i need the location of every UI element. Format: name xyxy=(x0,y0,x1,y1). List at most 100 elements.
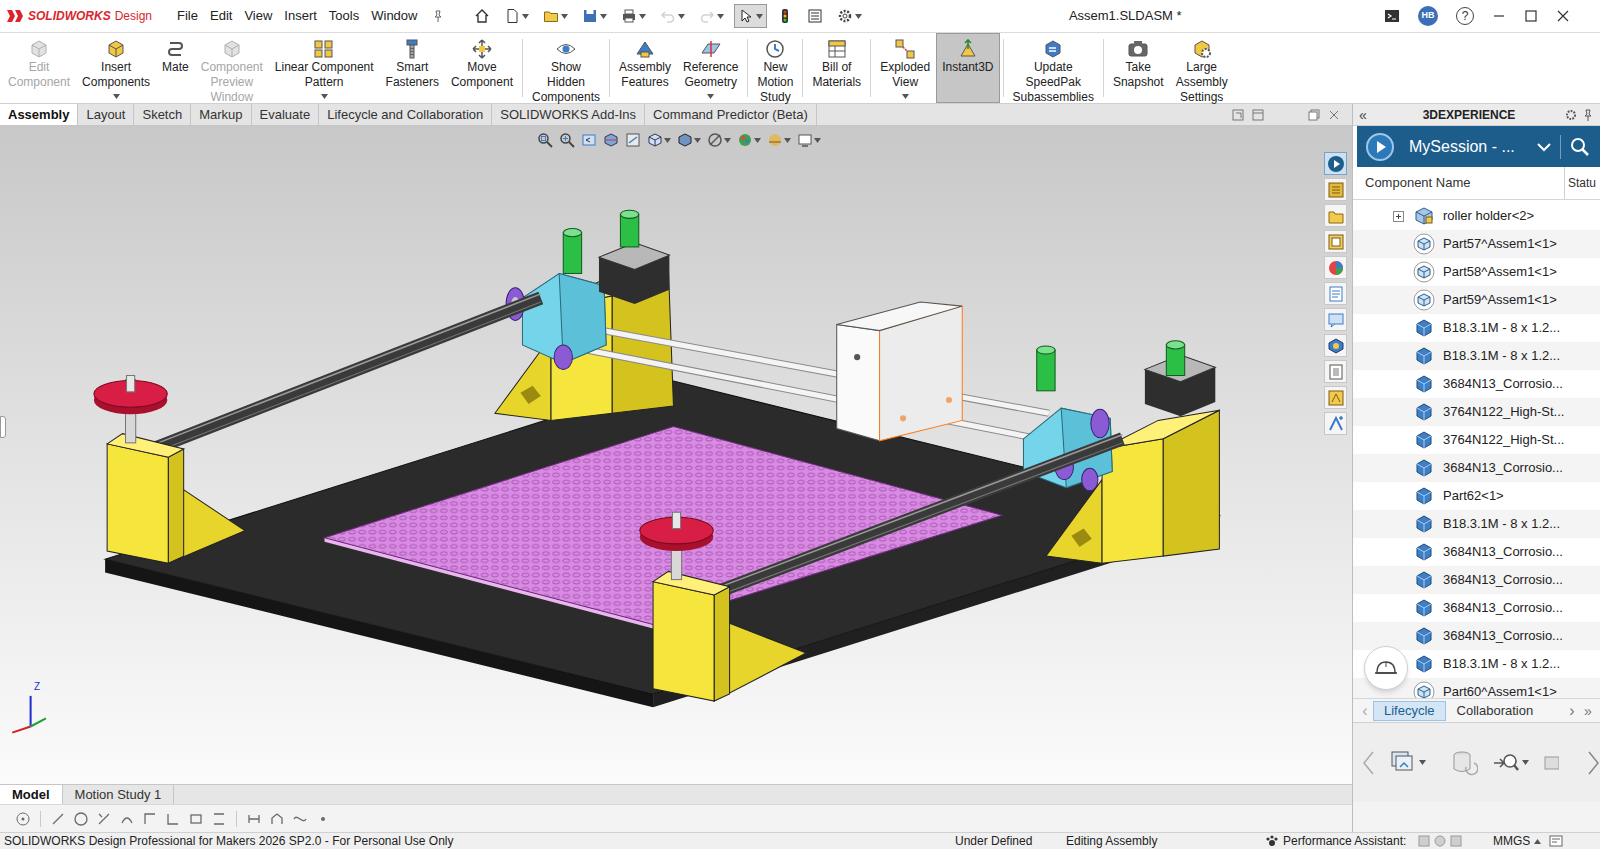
trim-icon[interactable] xyxy=(164,810,182,828)
minimize-icon[interactable] xyxy=(1492,9,1506,23)
ribbon-button[interactable]: ShowHiddenComponents xyxy=(526,33,606,103)
quick-access-button[interactable] xyxy=(470,4,494,28)
scroll-right-button[interactable]: › xyxy=(1564,703,1580,719)
dropdown-arrow-icon[interactable] xyxy=(321,91,328,101)
quick-access-button[interactable] xyxy=(773,4,797,28)
pane-tab[interactable]: Lifecycle xyxy=(1373,701,1446,721)
unit-system[interactable]: MMGS xyxy=(1493,833,1600,849)
tree-row[interactable]: Part57^Assem1<1> xyxy=(1353,230,1600,258)
menu-item[interactable]: View xyxy=(243,6,273,26)
view-tool-button[interactable] xyxy=(581,132,597,148)
view-tool-button[interactable] xyxy=(797,132,821,148)
ribbon-button[interactable]: Instant3D xyxy=(936,33,999,103)
pin-icon[interactable] xyxy=(432,10,444,22)
session-name[interactable]: MySession - ... xyxy=(1409,135,1537,159)
line-icon[interactable] xyxy=(49,810,67,828)
column-header-cell[interactable]: Component Name xyxy=(1353,167,1564,199)
quick-access-button[interactable] xyxy=(734,4,767,28)
dropdown-arrow-icon[interactable] xyxy=(707,91,714,101)
ribbon-button[interactable]: Linear ComponentPattern xyxy=(269,33,380,103)
task-pane-tab[interactable] xyxy=(1324,230,1347,253)
quick-access-button[interactable] xyxy=(500,4,533,28)
view-tool-button[interactable] xyxy=(647,132,671,148)
lifecycle-button[interactable] xyxy=(1389,749,1426,777)
tree-row[interactable]: Part62<1> xyxy=(1353,482,1600,510)
tree-row[interactable]: 3684N13_Corrosio... xyxy=(1353,538,1600,566)
restore-icon[interactable] xyxy=(1308,109,1320,121)
quick-access-button[interactable] xyxy=(803,4,827,28)
point-icon[interactable] xyxy=(314,810,332,828)
command-tab[interactable]: Markup xyxy=(191,104,251,125)
tree-row[interactable]: B18.3.1M - 8 x 1.2... xyxy=(1353,342,1600,370)
tree-row[interactable]: 3764N122_High-St... xyxy=(1353,426,1600,454)
command-tab[interactable]: Layout xyxy=(78,104,134,125)
task-pane-tab[interactable] xyxy=(1324,256,1347,279)
view-tool-button[interactable] xyxy=(537,132,553,148)
task-pane-tab[interactable] xyxy=(1324,178,1347,201)
parallel-icon[interactable] xyxy=(210,810,228,828)
settings-icon[interactable] xyxy=(1565,109,1577,121)
search-icon[interactable] xyxy=(1570,137,1590,157)
assembly-model[interactable] xyxy=(0,126,1352,784)
midpoint-icon[interactable] xyxy=(245,810,263,828)
task-pane-tab[interactable] xyxy=(1324,386,1347,409)
assistant-button[interactable] xyxy=(1364,646,1408,690)
view-tool-button[interactable] xyxy=(707,132,731,148)
construction-line-icon[interactable] xyxy=(95,810,113,828)
ribbon-button[interactable]: Bill ofMaterials xyxy=(806,33,867,103)
expand-toggle-icon[interactable] xyxy=(1393,211,1404,222)
tree-row[interactable]: Part58^Assem1<1> xyxy=(1353,258,1600,286)
menu-item[interactable]: Window xyxy=(370,6,418,26)
tree-row[interactable]: B18.3.1M - 8 x 1.2... xyxy=(1353,314,1600,342)
3dexperience-compass-icon[interactable] xyxy=(1365,132,1395,162)
partial-tool-icon[interactable] xyxy=(1543,749,1559,777)
close-icon[interactable] xyxy=(1556,9,1570,23)
user-avatar[interactable]: HB xyxy=(1418,6,1438,26)
tile-icon[interactable] xyxy=(1252,109,1264,121)
dropdown-arrow-icon[interactable] xyxy=(902,91,909,101)
task-pane-tab[interactable] xyxy=(1324,308,1347,331)
ribbon-button[interactable]: Mate xyxy=(156,33,195,103)
spline-icon[interactable] xyxy=(291,810,309,828)
command-tab[interactable]: Sketch xyxy=(134,104,191,125)
terminal-icon[interactable] xyxy=(1384,8,1400,24)
tree-row[interactable]: 3684N13_Corrosio... xyxy=(1353,454,1600,482)
tree-row[interactable]: roller holder<2> xyxy=(1353,202,1600,230)
next-icon[interactable] xyxy=(1587,750,1600,776)
reload-database-icon[interactable] xyxy=(1450,749,1478,777)
more-tabs-button[interactable]: » xyxy=(1580,704,1596,718)
tree-row[interactable]: 3684N13_Corrosio... xyxy=(1353,566,1600,594)
view-tool-button[interactable] xyxy=(559,132,575,148)
tree-row[interactable]: 3684N13_Corrosio... xyxy=(1353,370,1600,398)
task-pane-tab[interactable] xyxy=(1324,204,1347,227)
ribbon-button[interactable]: UpdateSpeedPakSubassemblies xyxy=(1007,33,1100,103)
ribbon-button[interactable]: MoveComponent xyxy=(445,33,519,103)
ribbon-button[interactable]: SmartFasteners xyxy=(380,33,445,103)
command-tab[interactable]: Command Predictor (Beta) xyxy=(645,104,817,125)
ribbon-button[interactable]: ReferenceGeometry xyxy=(677,33,744,103)
feature-tree-handle[interactable] xyxy=(0,416,6,438)
polygon-icon[interactable] xyxy=(268,810,286,828)
maximize-icon[interactable] xyxy=(1524,9,1538,23)
collapse-button[interactable]: « xyxy=(1359,108,1373,122)
ribbon-button[interactable]: TakeSnapshot xyxy=(1107,33,1170,103)
tree-row[interactable]: 3764N122_High-St... xyxy=(1353,398,1600,426)
task-pane-tab[interactable] xyxy=(1324,360,1347,383)
ribbon-button[interactable]: InsertComponents xyxy=(76,33,156,103)
rectangle-icon[interactable] xyxy=(187,810,205,828)
menu-item[interactable]: Tools xyxy=(328,6,360,26)
quick-access-button[interactable] xyxy=(578,4,611,28)
view-tool-button[interactable] xyxy=(737,132,761,148)
split-view-icon[interactable] xyxy=(1232,109,1244,121)
dropdown-arrow-icon[interactable] xyxy=(113,91,120,101)
ribbon-button[interactable]: LargeAssemblySettings xyxy=(1170,33,1234,103)
pane-tab[interactable]: Collaboration xyxy=(1446,701,1545,721)
arc-icon[interactable] xyxy=(118,810,136,828)
tree-row[interactable]: 3684N13_Corrosio... xyxy=(1353,594,1600,622)
document-tab[interactable]: Motion Study 1 xyxy=(63,785,175,804)
corner-icon[interactable] xyxy=(141,810,159,828)
graphics-area[interactable]: Z xyxy=(0,126,1352,784)
quick-access-button[interactable] xyxy=(833,4,866,28)
task-pane-tab[interactable] xyxy=(1324,412,1347,435)
performance-assistant[interactable]: Performance Assistant: xyxy=(1265,833,1493,849)
